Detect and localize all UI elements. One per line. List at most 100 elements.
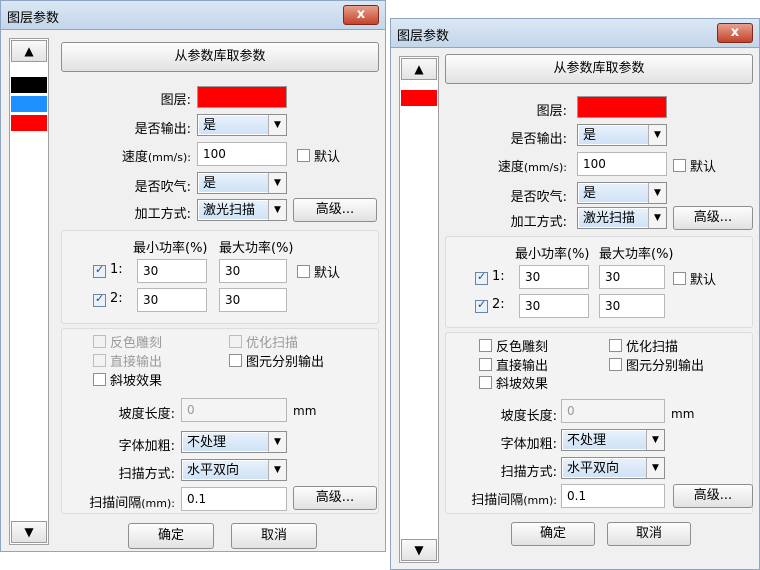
blow-value: 是	[579, 184, 648, 202]
layer-color-box[interactable]	[577, 96, 667, 118]
scan-mode-select[interactable]: 水平双向 ▼	[561, 457, 665, 479]
power-row1-checkbox[interactable]	[93, 263, 106, 278]
layer-swatch-black[interactable]	[11, 77, 47, 93]
power-row1-label: 1:	[110, 262, 123, 277]
slope-length-input[interactable]: 0	[181, 398, 287, 422]
scan-interval-label: 扫描间隔(mm):	[447, 489, 557, 508]
cancel-button[interactable]: 取消	[607, 522, 691, 546]
process-select[interactable]: 激光扫描 ▼	[577, 207, 667, 229]
direct-output-checkbox[interactable]	[479, 358, 492, 371]
layer-swatch-blue[interactable]	[11, 96, 47, 112]
font-bold-select[interactable]: 不处理 ▼	[561, 429, 665, 451]
separate-output-checkbox[interactable]	[229, 354, 242, 367]
chevron-down-icon: ▼	[648, 208, 666, 228]
blow-label: 是否吹气:	[134, 180, 191, 195]
power2-min-input[interactable]: 30	[519, 294, 589, 318]
speed-default-checkbox[interactable]	[673, 159, 686, 172]
layer-swatch-red[interactable]	[11, 115, 47, 131]
power2-max-input[interactable]: 30	[219, 288, 287, 312]
close-button[interactable]: x	[717, 23, 753, 43]
power2-max-input[interactable]: 30	[599, 294, 665, 318]
title-bar: 图层参数 x	[0, 0, 386, 30]
speed-label: 速度(mm/s):	[467, 156, 567, 175]
slope-effect-checkbox[interactable]	[93, 373, 106, 386]
separate-output-label: 图元分别输出	[626, 359, 705, 374]
output-select[interactable]: 是 ▼	[197, 114, 287, 136]
power-row2-label: 2:	[110, 291, 123, 306]
power1-max-input[interactable]: 30	[219, 259, 287, 283]
output-select[interactable]: 是 ▼	[577, 124, 667, 146]
separate-output-label: 图元分别输出	[246, 355, 325, 370]
scan-interval-text: 扫描间隔	[471, 493, 524, 508]
layer-swatch-strip: ▲ ▼	[9, 38, 49, 545]
close-button[interactable]: x	[343, 5, 379, 25]
output-value: 是	[199, 116, 268, 134]
scroll-down-button[interactable]: ▼	[11, 521, 47, 543]
advanced-button-top[interactable]: 高级...	[673, 206, 753, 230]
direct-output-checkbox[interactable]	[93, 354, 106, 367]
slope-effect-checkbox[interactable]	[479, 376, 492, 389]
speed-input[interactable]: 100	[577, 152, 667, 176]
separate-output-checkbox[interactable]	[609, 358, 622, 371]
scan-mode-value: 水平双向	[563, 459, 646, 477]
scan-interval-input[interactable]: 0.1	[181, 487, 287, 511]
layer-label: 图层:	[160, 93, 191, 108]
blow-select[interactable]: 是 ▼	[577, 182, 667, 204]
chevron-down-icon: ▼	[268, 432, 286, 452]
power-row2-checkbox[interactable]	[475, 298, 488, 313]
scroll-up-button[interactable]: ▲	[11, 40, 47, 62]
process-value: 激光扫描	[579, 209, 648, 227]
max-power-header: 最大功率(%)	[219, 241, 294, 256]
layer-color-box[interactable]	[197, 86, 287, 108]
power-row1-checkbox[interactable]	[475, 270, 488, 285]
optimize-scan-checkbox[interactable]	[609, 339, 622, 352]
scroll-up-button[interactable]: ▲	[401, 58, 437, 80]
blow-select[interactable]: 是 ▼	[197, 172, 287, 194]
output-label: 是否输出:	[510, 132, 567, 147]
advanced-button-bottom[interactable]: 高级...	[673, 484, 753, 508]
fetch-params-button[interactable]: 从参数库取参数	[445, 54, 753, 84]
scan-mode-select[interactable]: 水平双向 ▼	[181, 459, 287, 481]
slope-length-label: 坡度长度:	[500, 409, 557, 424]
slope-effect-label: 斜坡效果	[110, 374, 163, 389]
layer-swatch-red[interactable]	[401, 90, 437, 106]
process-value: 激光扫描	[199, 201, 268, 219]
font-bold-select[interactable]: 不处理 ▼	[181, 431, 287, 453]
optimize-scan-checkbox[interactable]	[229, 335, 242, 348]
layer-params-dialog-left: 图层参数 x ▲ ▼ 从参数库取参数 图层: 是否输出: 是 ▼ 速度(mm/s)…	[0, 0, 386, 552]
power1-min-input[interactable]: 30	[519, 265, 589, 289]
power2-min-input[interactable]: 30	[137, 288, 207, 312]
dialog-title: 图层参数	[397, 29, 450, 44]
scroll-down-button[interactable]: ▼	[401, 539, 437, 561]
advanced-button-bottom[interactable]: 高级...	[293, 486, 377, 510]
blow-value: 是	[199, 174, 268, 192]
chevron-down-icon: ▼	[268, 115, 286, 135]
power1-min-input[interactable]: 30	[137, 259, 207, 283]
optimize-scan-label: 优化扫描	[626, 340, 679, 355]
process-select[interactable]: 激光扫描 ▼	[197, 199, 287, 221]
max-power-header: 最大功率(%)	[599, 247, 674, 262]
reverse-engrave-checkbox[interactable]	[93, 335, 106, 348]
fetch-params-button[interactable]: 从参数库取参数	[61, 42, 379, 72]
slope-length-input[interactable]: 0	[561, 399, 665, 423]
cancel-button[interactable]: 取消	[231, 523, 317, 549]
min-power-header: 最小功率(%)	[515, 247, 590, 262]
output-label: 是否输出:	[134, 122, 191, 137]
power-default-checkbox[interactable]	[673, 272, 686, 285]
ok-button[interactable]: 确定	[511, 522, 595, 546]
power1-max-input[interactable]: 30	[599, 265, 665, 289]
speed-input[interactable]: 100	[197, 142, 287, 166]
reverse-engrave-checkbox[interactable]	[479, 339, 492, 352]
power-row2-checkbox[interactable]	[93, 292, 106, 307]
reverse-engrave-label: 反色雕刻	[110, 336, 163, 351]
ok-button[interactable]: 确定	[128, 523, 214, 549]
speed-default-checkbox[interactable]	[297, 149, 310, 162]
power-row2-label: 2:	[492, 297, 505, 312]
scan-mode-label: 扫描方式:	[118, 467, 175, 482]
scan-interval-input[interactable]: 0.1	[561, 484, 665, 508]
scan-mode-label: 扫描方式:	[500, 465, 557, 480]
advanced-button-top[interactable]: 高级...	[293, 198, 377, 222]
font-bold-value: 不处理	[563, 431, 646, 449]
speed-label: 速度(mm/s):	[91, 146, 191, 165]
power-default-checkbox[interactable]	[297, 265, 310, 278]
